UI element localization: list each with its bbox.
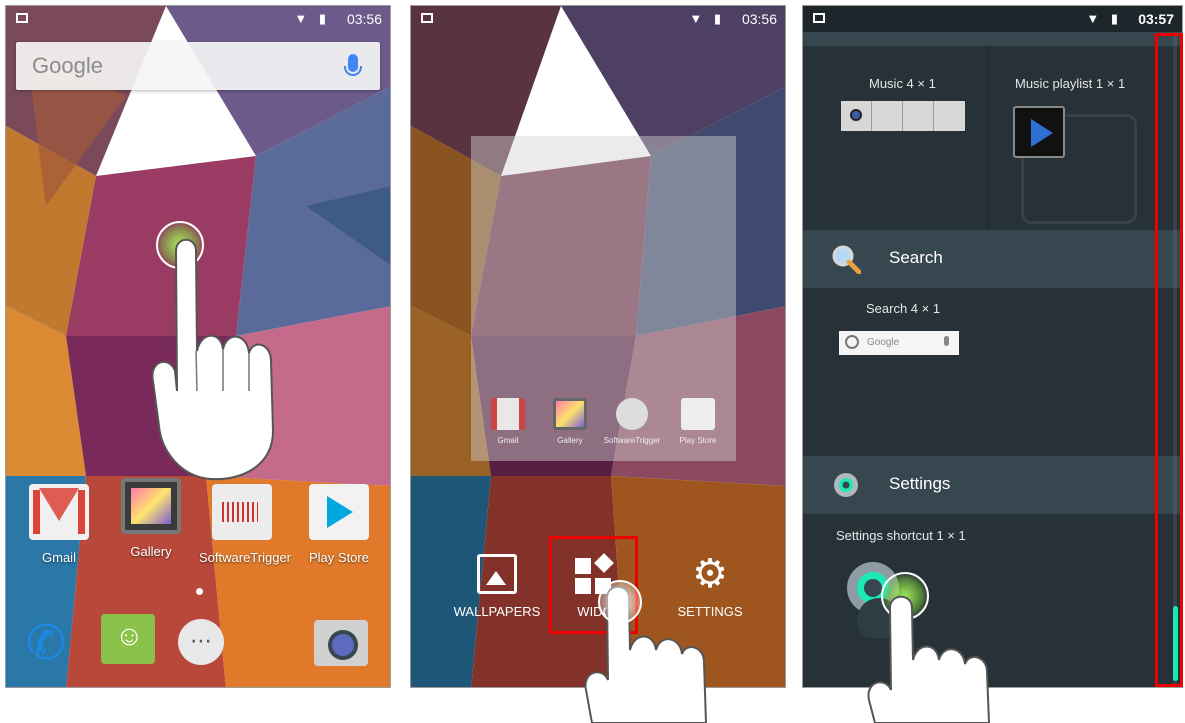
- search-section-title: Search: [889, 248, 943, 267]
- status-time: 03:57: [1138, 11, 1174, 27]
- preview-app-softwaretrigger: SoftwareTrigger: [603, 398, 661, 445]
- preview-app-label: Play Store: [679, 436, 717, 445]
- google-logo: Google: [32, 53, 103, 78]
- wallpapers-icon: [477, 554, 517, 594]
- search-icon: [845, 335, 859, 349]
- hand-pointer-icon: [867, 595, 991, 723]
- app-label: Gallery: [130, 544, 172, 559]
- wallpapers-button[interactable]: WALLPAPERS: [442, 554, 552, 619]
- google-search-bar[interactable]: Google: [16, 42, 380, 90]
- play-store-icon: [309, 484, 369, 540]
- search-widget-preview[interactable]: Google: [839, 331, 959, 355]
- settings-section-title: Settings: [889, 474, 951, 493]
- preview-app-gmail: Gmail: [479, 398, 537, 445]
- settings-shortcut-label: Settings shortcut 1 × 1: [836, 528, 966, 543]
- home-screen-preview[interactable]: Gmail Gallery SoftwareTrigger Play Store: [471, 136, 736, 461]
- app-play-store[interactable]: Play Store: [296, 484, 382, 565]
- preview-app-play-store: Play Store: [669, 398, 727, 445]
- music-widget-label: Music 4 × 1: [869, 76, 936, 91]
- hand-pointer-icon: [584, 585, 708, 723]
- widget-divider: [988, 46, 989, 234]
- camera-icon[interactable]: [314, 620, 368, 666]
- app-gmail[interactable]: Gmail: [16, 484, 102, 565]
- search-section-header: Search: [803, 230, 1182, 288]
- preview-app-gallery: Gallery: [541, 398, 599, 445]
- hand-pointer-icon: [151, 238, 275, 481]
- notification-icon: [421, 13, 433, 23]
- scrollbar-highlight: [1155, 33, 1183, 687]
- app-drawer-icon[interactable]: ⋯: [178, 619, 224, 665]
- status-bar: ▼ ▮ 03:57: [803, 6, 1182, 32]
- mic-icon[interactable]: [344, 54, 362, 76]
- search-widget-label: Search 4 × 1: [866, 301, 941, 316]
- play-store-icon: [681, 398, 715, 430]
- preview-app-label: SoftwareTrigger: [603, 436, 661, 445]
- music-playlist-label: Music playlist 1 × 1: [1015, 76, 1126, 91]
- app-label: Play Store: [309, 550, 369, 565]
- status-icons: ▼ ▮: [1086, 11, 1122, 26]
- wallpapers-label: WALLPAPERS: [453, 604, 541, 619]
- search-widget-logo: Google: [867, 337, 900, 348]
- page-indicator: [196, 588, 203, 595]
- music-widget-preview[interactable]: [841, 101, 965, 131]
- gallery-icon: [121, 478, 181, 534]
- settings-section-header: Settings: [803, 456, 1182, 514]
- magnifier-icon: [832, 245, 861, 274]
- gmail-icon: [29, 484, 89, 540]
- app-softwaretrigger[interactable]: SoftwareTrigger: [199, 484, 291, 565]
- gmail-icon: [491, 398, 525, 430]
- software-trigger-icon: [212, 484, 272, 540]
- status-icons: ▼ ▮: [689, 11, 725, 26]
- app-label: Gmail: [42, 550, 76, 565]
- mic-icon: [944, 336, 949, 346]
- touch-indicator: [598, 580, 642, 624]
- status-time: 03:56: [741, 11, 777, 27]
- app-label: SoftwareTrigger: [199, 550, 291, 565]
- widgets-list-panel: ▼ ▮ 03:57 Music 4 × 1 Music playlist 1 ×…: [802, 5, 1183, 688]
- music-playlist-preview[interactable]: [1013, 106, 1065, 158]
- preview-app-label: Gmail: [497, 436, 519, 445]
- partial-section-header: [803, 32, 1182, 46]
- status-bar: ▼ ▮ 03:56: [6, 6, 390, 32]
- software-trigger-icon: [616, 398, 648, 430]
- messaging-icon[interactable]: [101, 614, 155, 664]
- status-icons: ▼ ▮: [294, 11, 330, 26]
- app-gallery[interactable]: Gallery: [108, 478, 194, 559]
- status-bar: ▼ ▮ 03:56: [411, 6, 785, 32]
- gallery-icon: [553, 398, 587, 430]
- preview-app-label: Gallery: [557, 436, 583, 445]
- gear-icon: [834, 473, 858, 497]
- notification-icon: [16, 13, 28, 23]
- notification-icon: [813, 13, 825, 23]
- phone-icon[interactable]: ✆: [26, 616, 82, 672]
- status-time: 03:56: [346, 11, 382, 27]
- home-screen-panel: ▼ ▮ 03:56 Google Gmail Gallery SoftwareT…: [5, 5, 391, 688]
